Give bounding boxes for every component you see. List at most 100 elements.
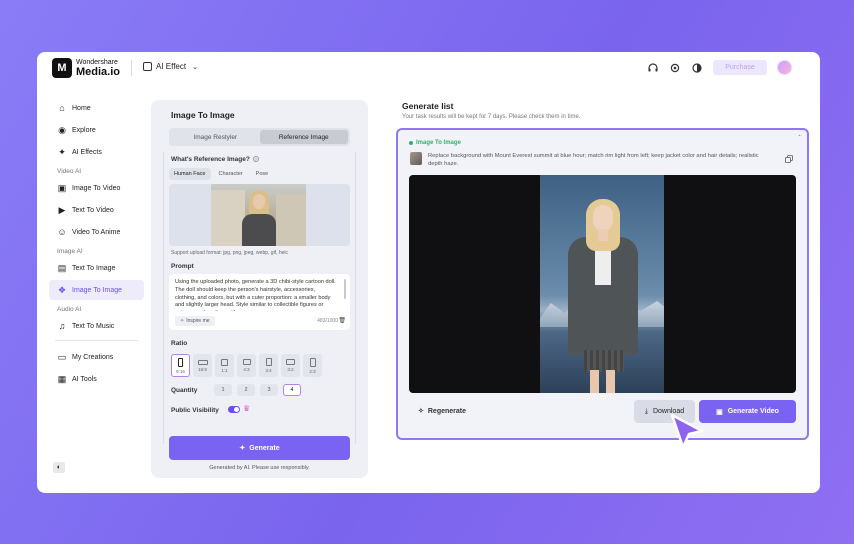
uploaded-photo: [211, 184, 306, 246]
panel-scroll-line-right: [355, 152, 356, 444]
prompt-scrollbar[interactable]: [344, 279, 346, 299]
sidebar-item-label: Video To Anime: [72, 228, 121, 236]
ratio-3-2[interactable]: 3:2: [281, 354, 300, 377]
ai-effect-dropdown[interactable]: AI Effect ⌄: [143, 62, 198, 71]
ratio-3-4[interactable]: 3:4: [259, 354, 278, 377]
quantity-4[interactable]: 4: [283, 384, 301, 396]
logo[interactable]: M Wondershare Media.io: [52, 58, 120, 78]
logo-product: Media.io: [76, 66, 121, 78]
discord-icon[interactable]: ◐: [53, 462, 65, 473]
status-dot: [409, 141, 413, 145]
tab-image-restyler[interactable]: Image Restyler: [171, 130, 260, 144]
image-to-image-panel: Image To Image Image Restyler Reference …: [151, 100, 368, 478]
cursor-icon: [670, 413, 704, 449]
generate-video-label: Generate Video: [727, 408, 779, 415]
text-video-icon: ▶: [58, 204, 66, 215]
sparkle-icon: ✦: [239, 445, 246, 452]
trash-icon[interactable]: 🗑: [338, 317, 346, 324]
sidebar-item-video-to-anime[interactable]: ☺ Video To Anime: [49, 222, 144, 242]
purchase-button[interactable]: Purchase: [713, 60, 767, 75]
ratio-9-16[interactable]: 9:16: [171, 354, 190, 377]
ratio-4-3[interactable]: 4:3: [237, 354, 256, 377]
crown-icon: ♛: [243, 404, 251, 413]
ratio-16-9[interactable]: 16:9: [193, 354, 212, 377]
quantity-1[interactable]: 1: [214, 384, 232, 396]
gear-icon[interactable]: [669, 62, 681, 74]
sidebar-item-ai-effects[interactable]: ✦ AI Effects: [49, 142, 144, 162]
subtab-pose[interactable]: Pose: [251, 168, 274, 180]
ratio-label-text: 2:3: [309, 368, 316, 374]
sidebar-item-image-to-image[interactable]: ❖ Image To Image: [49, 280, 144, 300]
quantity-2[interactable]: 2: [237, 384, 255, 396]
ratio-label-text: 1:1: [221, 367, 228, 373]
sidebar-item-label: AI Tools: [72, 375, 97, 383]
generate-button[interactable]: ✦ Generate: [169, 436, 350, 460]
ratio-label-text: 3:4: [265, 368, 272, 373]
sidebar-item-image-to-video[interactable]: ▣ Image To Video: [49, 178, 144, 198]
task-description: Replace background with Mount Everest su…: [428, 153, 759, 167]
panel-scroll-line-left: [163, 152, 164, 444]
sidebar-item-explore[interactable]: ◉ Explore: [49, 120, 144, 140]
sidebar-item-label: Explore: [72, 126, 96, 134]
subtab-character[interactable]: Character: [214, 168, 248, 180]
sidebar-item-label: Home: [72, 104, 91, 112]
avatar[interactable]: [777, 60, 792, 75]
result-image-viewer[interactable]: [409, 175, 796, 393]
section-video-ai: Video AI: [57, 167, 82, 175]
ratio-label-text: 4:3: [243, 367, 250, 372]
ratio-label: Ratio: [171, 340, 188, 347]
sparkle-icon: ✦: [58, 146, 66, 157]
inspire-me-button[interactable]: ✧ Inspire me: [175, 316, 215, 326]
quantity-label: Quantity: [171, 387, 198, 394]
generate-label: Generate: [249, 444, 280, 452]
ratio-1-1[interactable]: 1:1: [215, 354, 234, 377]
subtab-human-face[interactable]: Human Face: [169, 168, 211, 180]
sidebar-item-label: Text To Music: [72, 322, 115, 330]
sidebar-item-label: My Creations: [72, 353, 114, 361]
home-icon: ⌂: [59, 103, 65, 113]
ratio-label-text: 16:9: [198, 366, 207, 372]
sidebar-item-label: AI Effects: [72, 148, 102, 156]
grid-icon: ▦: [57, 373, 67, 384]
sparkle-icon: ✧: [418, 408, 424, 415]
ratio-label-text: 9:16: [176, 368, 185, 374]
regenerate-button[interactable]: ✧ Regenerate: [418, 407, 466, 416]
character-count: 483/1000: [317, 318, 338, 324]
reference-label-text: What's Reference Image?: [171, 156, 250, 163]
copy-icon[interactable]: [785, 155, 793, 163]
tab-reference-image[interactable]: Reference Image: [259, 130, 348, 144]
headset-icon[interactable]: [647, 62, 659, 74]
task-tag: Image To Image: [409, 140, 461, 146]
prompt-text[interactable]: Using the uploaded photo, generate a 3D …: [175, 279, 337, 311]
ai-effect-label: AI Effect: [156, 62, 187, 71]
quantity-options: 1 2 3 4: [214, 384, 301, 396]
video-icon: ▣: [716, 408, 723, 416]
ratio-2-3[interactable]: 2:3: [303, 354, 322, 377]
sidebar-item-home[interactable]: ⌂ Home: [49, 98, 144, 118]
top-header: M Wondershare Media.io AI Effect ⌄ Purch…: [37, 52, 820, 86]
theme-icon[interactable]: [691, 62, 703, 74]
prompt-field[interactable]: Using the uploaded photo, generate a 3D …: [169, 274, 350, 330]
generate-video-button[interactable]: ▣ Generate Video: [699, 400, 796, 423]
prompt-label: Prompt: [171, 263, 194, 270]
upload-area[interactable]: [169, 184, 350, 246]
help-icon[interactable]: ?: [252, 156, 259, 162]
sidebar-divider: [55, 340, 138, 341]
section-audio-ai: Audio AI: [57, 305, 82, 313]
sidebar-item-ai-tools[interactable]: ▦ AI Tools: [49, 369, 144, 389]
sidebar-item-text-to-video[interactable]: ▶ Text To Video: [49, 200, 144, 220]
sidebar-item-label: Image To Video: [72, 184, 121, 192]
sidebar-item-my-creations[interactable]: ▭ My Creations: [49, 347, 144, 367]
sidebar-item-label: Text To Video: [72, 206, 114, 214]
upload-format-note: Support upload format: jpg, png, jpeg, w…: [171, 250, 289, 256]
public-visibility-toggle[interactable]: [228, 406, 240, 413]
text-image-icon: ▤: [57, 262, 67, 273]
chevron-down-icon: ⌄: [192, 63, 198, 71]
sidebar-item-text-to-music[interactable]: ♫ Text To Music: [49, 316, 144, 336]
quantity-3[interactable]: 3: [260, 384, 278, 396]
result-card: ▪◦ Image To Image Replace background wit…: [396, 128, 809, 440]
section-image-ai: Image AI: [57, 247, 83, 255]
grid-icon: [143, 62, 152, 71]
sidebar-item-text-to-image[interactable]: ▤ Text To Image: [49, 258, 144, 278]
reference-label: What's Reference Image??: [171, 156, 259, 163]
